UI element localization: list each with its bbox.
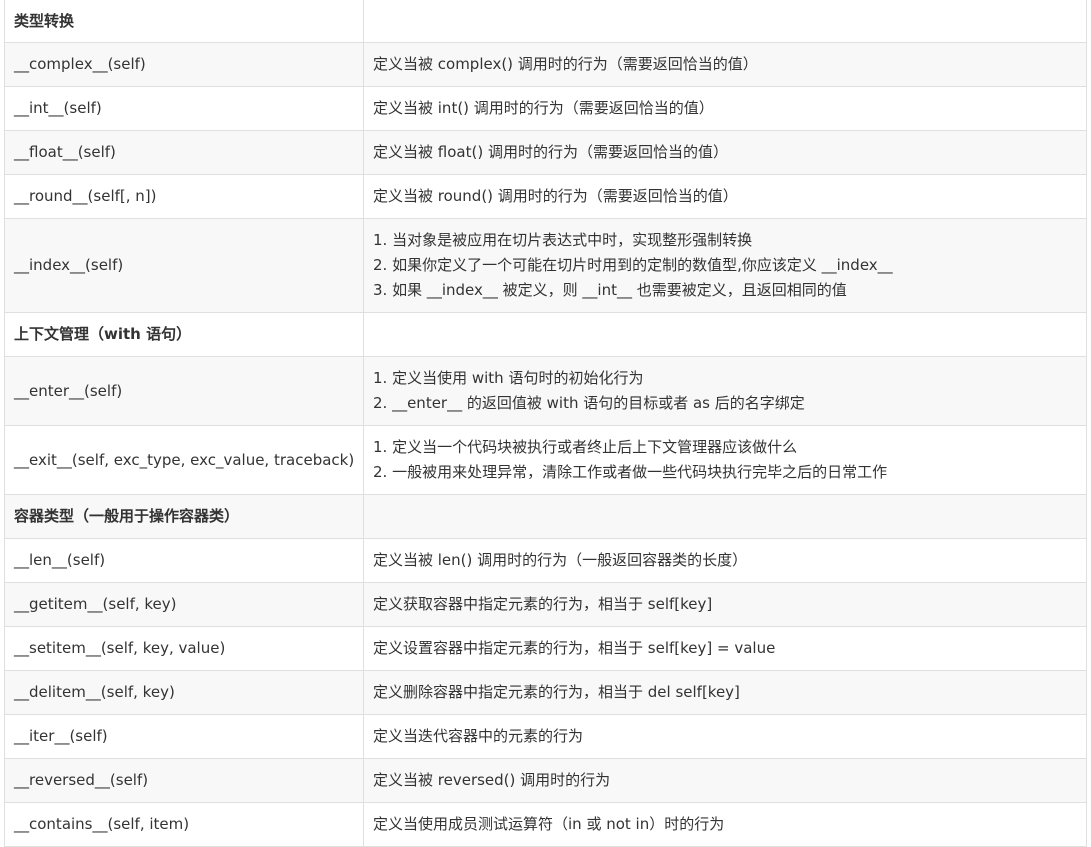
description-line: 定义当使用成员测试运算符（in 或 not in）时的行为 — [373, 815, 725, 833]
description-line: 定义当被 int() 调用时的行为（需要返回恰当的值） — [373, 99, 714, 117]
method-signature: __enter__(self) — [4, 356, 364, 426]
method-description: 定义当被 round() 调用时的行为（需要返回恰当的值） — [363, 174, 1087, 219]
method-description: 定义设置容器中指定元素的行为，相当于 self[key] = value — [363, 626, 1087, 671]
method-signature: __index__(self) — [4, 218, 364, 313]
table-row: __len__(self) 定义当被 len() 调用时的行为（一般返回容器类的长… — [4, 538, 1087, 583]
table-row: __float__(self) 定义当被 float() 调用时的行为（需要返回恰… — [4, 130, 1087, 175]
table-row: __delitem__(self, key) 定义删除容器中指定元素的行为，相当于… — [4, 670, 1087, 715]
method-signature: __len__(self) — [4, 538, 364, 583]
method-signature: __reversed__(self) — [4, 758, 364, 803]
description-line: 定义删除容器中指定元素的行为，相当于 del self[key] — [373, 683, 740, 701]
description-line: 2. __enter__ 的返回值被 with 语句的目标或者 as 后的名字绑… — [373, 394, 805, 412]
method-description: 定义当被 complex() 调用时的行为（需要返回恰当的值） — [363, 42, 1087, 87]
section-title: 上下文管理（with 语句） — [4, 312, 364, 357]
table-row: __index__(self) 1. 当对象是被应用在切片表达式中时，实现整形强制… — [4, 218, 1087, 313]
method-signature: __float__(self) — [4, 130, 364, 175]
description-line: 定义当被 reversed() 调用时的行为 — [373, 771, 611, 789]
method-description: 1. 定义当使用 with 语句时的初始化行为 2. __enter__ 的返回值… — [363, 356, 1087, 426]
table-row: __complex__(self) 定义当被 complex() 调用时的行为（需… — [4, 42, 1087, 87]
description-line: 1. 定义当使用 with 语句时的初始化行为 — [373, 369, 644, 387]
method-description — [363, 312, 1087, 357]
table-row: __enter__(self) 1. 定义当使用 with 语句时的初始化行为 2.… — [4, 356, 1087, 426]
section-header-row: 类型转换 — [4, 0, 1087, 43]
description-line: 定义获取容器中指定元素的行为，相当于 self[key] — [373, 595, 713, 613]
method-description: 1. 定义当一个代码块被执行或者终止后上下文管理器应该做什么 2. 一般被用来处理… — [363, 425, 1087, 495]
table-body: 类型转换 __complex__(self) 定义当被 complex() 调用时的… — [4, 0, 1087, 847]
method-description: 定义当被 reversed() 调用时的行为 — [363, 758, 1087, 803]
method-signature: __complex__(self) — [4, 42, 364, 87]
method-description: 定义删除容器中指定元素的行为，相当于 del self[key] — [363, 670, 1087, 715]
description-line: 2. 如果你定义了一个可能在切片时用到的定制的数值型,你应该定义 __index… — [373, 256, 893, 274]
description-line: 定义当被 len() 调用时的行为（一般返回容器类的长度） — [373, 551, 748, 569]
table-row: __exit__(self, exc_type, exc_value, trac… — [4, 425, 1087, 495]
method-description: 1. 当对象是被应用在切片表达式中时，实现整形强制转换 2. 如果你定义了一个可能… — [363, 218, 1087, 313]
method-description: 定义当迭代容器中的元素的行为 — [363, 714, 1087, 759]
table-row: __int__(self) 定义当被 int() 调用时的行为（需要返回恰当的值） — [4, 86, 1087, 131]
table-row: __contains__(self, item) 定义当使用成员测试运算符（in … — [4, 802, 1087, 847]
description-line: 2. 一般被用来处理异常，清除工作或者做一些代码块执行完毕之后的日常工作 — [373, 463, 888, 481]
table-row: __setitem__(self, key, value) 定义设置容器中指定元素… — [4, 626, 1087, 671]
method-signature: __getitem__(self, key) — [4, 582, 364, 627]
section-header-row: 上下文管理（with 语句） — [4, 312, 1087, 357]
section-title: 类型转换 — [4, 0, 364, 43]
table-row: __iter__(self) 定义当迭代容器中的元素的行为 — [4, 714, 1087, 759]
table-row: __getitem__(self, key) 定义获取容器中指定元素的行为，相当于… — [4, 582, 1087, 627]
description-line: 定义当被 float() 调用时的行为（需要返回恰当的值） — [373, 143, 728, 161]
description-line: 定义当被 complex() 调用时的行为（需要返回恰当的值） — [373, 55, 758, 73]
description-line: 1. 当对象是被应用在切片表达式中时，实现整形强制转换 — [373, 231, 753, 249]
magic-methods-table: 类型转换 __complex__(self) 定义当被 complex() 调用时的… — [4, 0, 1087, 847]
method-signature: __int__(self) — [4, 86, 364, 131]
method-signature: __contains__(self, item) — [4, 802, 364, 847]
method-description — [363, 0, 1087, 43]
description-line: 1. 定义当一个代码块被执行或者终止后上下文管理器应该做什么 — [373, 438, 798, 456]
method-signature: __round__(self[, n]) — [4, 174, 364, 219]
description-line: 定义设置容器中指定元素的行为，相当于 self[key] = value — [373, 639, 776, 657]
description-line: 定义当迭代容器中的元素的行为 — [373, 727, 584, 745]
description-line: 定义当被 round() 调用时的行为（需要返回恰当的值） — [373, 187, 738, 205]
section-title: 容器类型（一般用于操作容器类） — [4, 494, 364, 539]
table-row: __reversed__(self) 定义当被 reversed() 调用时的行为 — [4, 758, 1087, 803]
method-description — [363, 494, 1087, 539]
method-description: 定义当被 len() 调用时的行为（一般返回容器类的长度） — [363, 538, 1087, 583]
method-signature: __exit__(self, exc_type, exc_value, trac… — [4, 425, 364, 495]
page: { "rows": [ {"kind": "header", "name": "… — [0, 0, 1091, 847]
method-signature: __setitem__(self, key, value) — [4, 626, 364, 671]
method-description: 定义当使用成员测试运算符（in 或 not in）时的行为 — [363, 802, 1087, 847]
method-description: 定义当被 float() 调用时的行为（需要返回恰当的值） — [363, 130, 1087, 175]
table-row: __round__(self[, n]) 定义当被 round() 调用时的行为（… — [4, 174, 1087, 219]
method-signature: __delitem__(self, key) — [4, 670, 364, 715]
method-signature: __iter__(self) — [4, 714, 364, 759]
method-description: 定义当被 int() 调用时的行为（需要返回恰当的值） — [363, 86, 1087, 131]
description-line: 3. 如果 __index__ 被定义，则 __int__ 也需要被定义，且返回… — [373, 281, 847, 299]
method-description: 定义获取容器中指定元素的行为，相当于 self[key] — [363, 582, 1087, 627]
section-header-row: 容器类型（一般用于操作容器类） — [4, 494, 1087, 539]
